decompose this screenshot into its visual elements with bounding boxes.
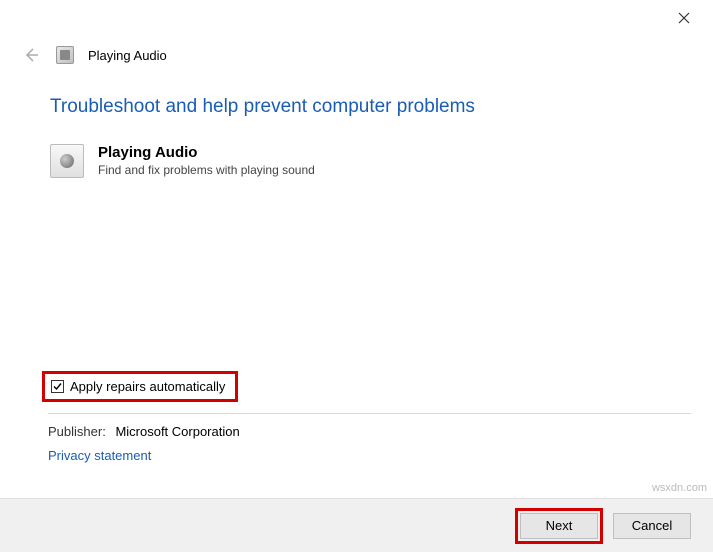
footer: Next Cancel — [0, 498, 713, 552]
apply-repairs-checkbox[interactable] — [51, 380, 64, 393]
watermark: wsxdn.com — [652, 482, 707, 494]
publisher-info: Publisher: Microsoft Corporation — [48, 424, 240, 439]
item-description: Find and fix problems with playing sound — [98, 163, 315, 177]
apply-repairs-label: Apply repairs automatically — [70, 379, 225, 394]
content-area: Troubleshoot and help prevent computer p… — [0, 76, 713, 178]
titlebar — [0, 0, 713, 36]
next-button[interactable]: Next — [520, 513, 598, 539]
cancel-button[interactable]: Cancel — [613, 513, 691, 539]
header: Playing Audio — [0, 36, 713, 76]
window-title: Playing Audio — [88, 48, 167, 63]
back-button[interactable] — [20, 44, 42, 66]
troubleshooter-item: Playing Audio Find and fix problems with… — [50, 144, 663, 178]
close-icon — [678, 12, 690, 24]
privacy-statement-link[interactable]: Privacy statement — [48, 448, 151, 463]
playing-audio-icon — [50, 144, 84, 178]
page-heading: Troubleshoot and help prevent computer p… — [50, 96, 663, 118]
back-arrow-icon — [22, 46, 40, 64]
item-title: Playing Audio — [98, 144, 315, 161]
publisher-value: Microsoft Corporation — [115, 424, 239, 439]
troubleshooter-app-icon — [56, 46, 74, 64]
close-button[interactable] — [669, 3, 699, 33]
checkmark-icon — [52, 381, 63, 392]
apply-repairs-checkbox-row[interactable]: Apply repairs automatically — [42, 371, 238, 402]
publisher-label: Publisher: — [48, 424, 106, 439]
divider — [48, 413, 691, 414]
next-button-highlight: Next — [515, 508, 603, 544]
